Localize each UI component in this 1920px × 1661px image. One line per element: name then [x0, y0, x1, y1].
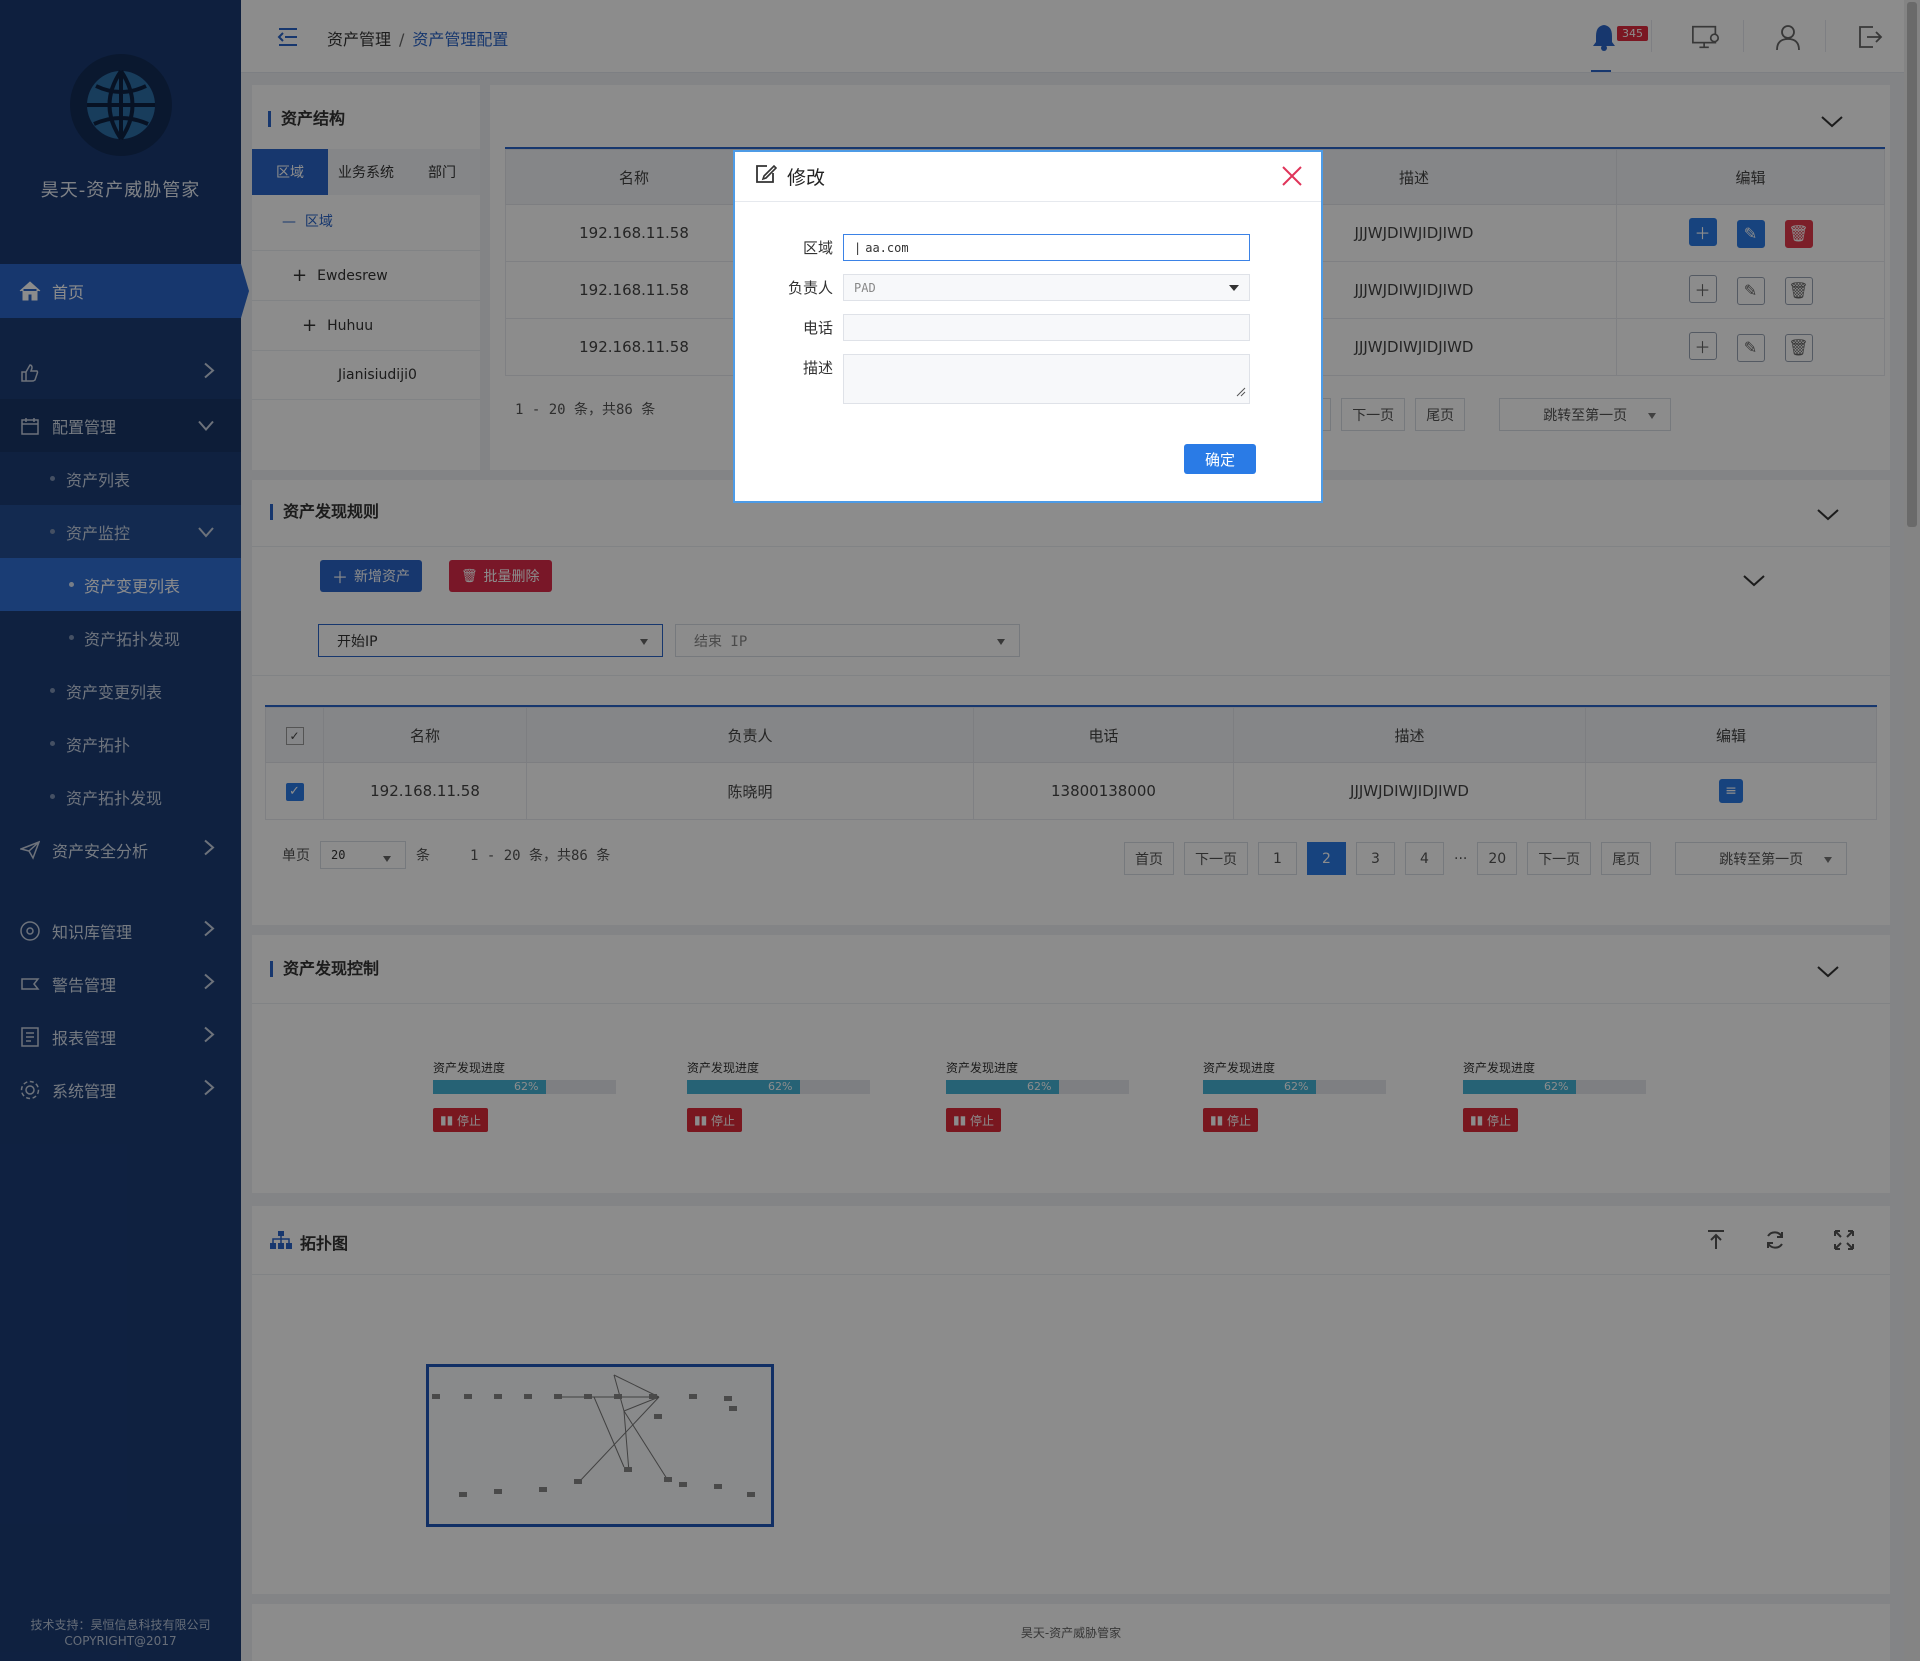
phone-label: 电话 — [802, 319, 833, 337]
owner-select[interactable]: PAD — [843, 274, 1250, 301]
region-value: aa.com — [865, 240, 909, 255]
form-row-phone: 电话 — [735, 314, 1321, 342]
edit-modal: 修改 区域 | aa.com 负责人 PAD 电话 描述 确定 — [733, 150, 1323, 503]
caret-down-icon — [1229, 285, 1239, 291]
region-label: 区域 — [802, 239, 833, 257]
desc-textarea[interactable] — [843, 354, 1250, 404]
close-icon[interactable] — [1281, 165, 1303, 187]
modal-header: 修改 — [735, 152, 1321, 202]
form-row-desc: 描述 — [735, 354, 1321, 404]
region-input[interactable]: | aa.com — [843, 234, 1250, 261]
confirm-button[interactable]: 确定 — [1184, 444, 1256, 474]
form-row-region: 区域 | aa.com — [735, 234, 1321, 262]
edit-icon — [755, 164, 778, 189]
desc-label: 描述 — [802, 359, 833, 377]
modal-title: 修改 — [787, 167, 826, 189]
owner-label: 负责人 — [787, 279, 833, 297]
text-cursor: | — [854, 240, 862, 255]
phone-input[interactable] — [843, 314, 1250, 341]
owner-value: PAD — [854, 280, 876, 295]
resize-handle-icon[interactable] — [1236, 386, 1246, 400]
form-row-owner: 负责人 PAD — [735, 274, 1321, 302]
